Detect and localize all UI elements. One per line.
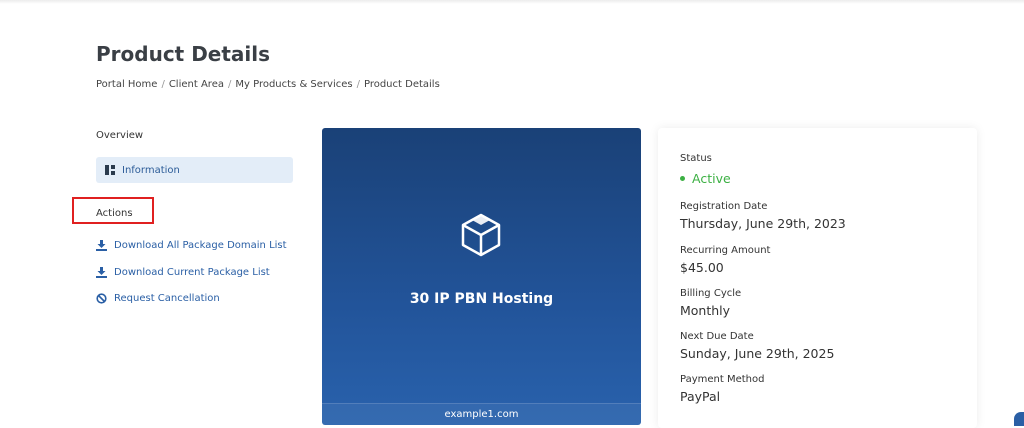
- breadcrumb-product-details: Product Details: [363, 79, 440, 90]
- next-due-date-value: Sunday, June 29th, 2025: [680, 346, 835, 361]
- breadcrumb-separator: /: [356, 79, 360, 90]
- download-icon: [96, 240, 107, 251]
- payment-method-value: PayPal: [680, 389, 721, 404]
- breadcrumb-portal-home[interactable]: Portal Home: [96, 79, 157, 90]
- page-title: Product Details: [96, 42, 271, 66]
- breadcrumb: Portal Home / Client Area / My Products & Se…: [96, 79, 440, 90]
- breadcrumb-client-area[interactable]: Client Area: [169, 79, 224, 90]
- billing-cycle-label: Billing Cycle: [680, 288, 742, 299]
- action-label: Download Current Package List: [114, 267, 270, 278]
- download-all-domain-list-link[interactable]: Download All Package Domain List: [96, 240, 287, 251]
- status-label: Status: [680, 153, 712, 164]
- breadcrumb-separator: /: [227, 79, 232, 90]
- breadcrumb-products-services[interactable]: My Products & Services: [235, 79, 352, 90]
- registration-date-value: Thursday, June 29th, 2023: [680, 216, 846, 231]
- download-current-package-list-link[interactable]: Download Current Package List: [96, 267, 270, 278]
- recurring-amount-value: $45.00: [680, 260, 724, 275]
- action-label: Download All Package Domain List: [114, 240, 287, 251]
- next-due-date-label: Next Due Date: [680, 331, 754, 342]
- actions-heading: Actions: [96, 208, 133, 219]
- product-name: 30 IP PBN Hosting: [409, 291, 554, 307]
- ban-icon: [96, 293, 107, 304]
- sidebar-item-information[interactable]: Information: [96, 157, 293, 183]
- product-domain[interactable]: example1.com: [322, 403, 641, 425]
- overview-heading: Overview: [96, 130, 144, 141]
- request-cancellation-link[interactable]: Request Cancellation: [96, 293, 220, 304]
- status-value: Active: [692, 171, 731, 186]
- breadcrumb-separator: /: [161, 79, 165, 90]
- status-dot-icon: [680, 176, 685, 181]
- product-info-card: Status Active Registration Date Thursday…: [658, 128, 977, 428]
- top-bar: [0, 0, 1024, 4]
- product-card: 30 IP PBN Hosting example1.com: [322, 128, 641, 425]
- download-icon: [96, 267, 107, 278]
- chat-widget-icon[interactable]: [1014, 412, 1024, 426]
- recurring-amount-label: Recurring Amount: [680, 245, 771, 256]
- status-badge: Active: [680, 171, 731, 186]
- dashboard-icon: [105, 165, 115, 175]
- billing-cycle-value: Monthly: [680, 303, 731, 318]
- payment-method-label: Payment Method: [680, 374, 765, 385]
- sidebar-item-label: Information: [122, 164, 180, 176]
- box-icon: [459, 212, 503, 258]
- action-label: Request Cancellation: [114, 293, 220, 304]
- registration-date-label: Registration Date: [680, 201, 768, 212]
